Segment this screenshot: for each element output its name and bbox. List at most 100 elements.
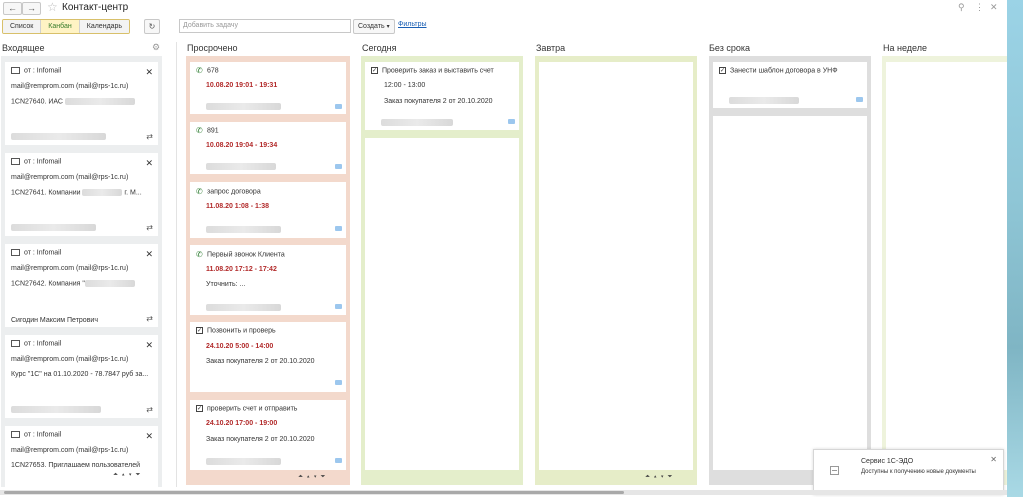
close-icon[interactable]: ✕ bbox=[990, 2, 998, 13]
overdue-pager[interactable]: ⏶▴▾⏷ bbox=[298, 474, 329, 481]
refresh-button[interactable]: ↻ bbox=[144, 19, 160, 34]
forward-button[interactable]: → bbox=[22, 2, 41, 15]
phone-icon: ✆ bbox=[196, 250, 203, 259]
comment-chip[interactable] bbox=[856, 97, 863, 102]
more-menu-icon[interactable]: ⋮ bbox=[975, 2, 984, 13]
close-icon[interactable]: ✕ bbox=[145, 249, 153, 260]
refresh-icon: ↻ bbox=[148, 22, 156, 31]
task-time: 12:00 - 13:00 bbox=[384, 82, 426, 89]
inbox-pager[interactable]: ⏶▴▾⏷ bbox=[113, 472, 144, 479]
no-deadline-column: ✓ Занести шаблон договора в УНФ bbox=[709, 56, 871, 485]
inbox-column: от : Infomail ✕ mail@remprom.com (mail@r… bbox=[1, 56, 162, 487]
column-header-inbox: Входящее bbox=[2, 43, 45, 53]
horizontal-scrollbar[interactable] bbox=[0, 490, 1009, 495]
envelope-icon bbox=[11, 431, 20, 438]
link-icon[interactable]: ⚲ bbox=[958, 2, 965, 13]
comment-chip[interactable] bbox=[335, 164, 342, 169]
task-card[interactable]: ✆ 891 10.08.20 19:04 - 19:34 bbox=[190, 122, 346, 174]
add-task-input[interactable]: Добавить задачу bbox=[179, 19, 351, 33]
task-title: Занести шаблон договора в УНФ bbox=[730, 67, 838, 75]
comment-chip[interactable] bbox=[508, 119, 515, 124]
today-column: ✓ Проверить заказ и выставить счет 12:00 … bbox=[361, 56, 523, 485]
favorite-star-icon[interactable]: ☆ bbox=[47, 0, 58, 14]
swap-icon[interactable]: ⇄ bbox=[146, 132, 153, 141]
task-card[interactable]: ✓ Проверить заказ и выставить счет 12:00 … bbox=[365, 62, 519, 130]
inbox-message[interactable]: от : Infomail ✕ mail@remprom.com (mail@r… bbox=[5, 153, 158, 236]
title-bar: ← → ☆ Контакт-центр ⚲ ⋮ ✕ bbox=[0, 0, 1023, 16]
comment-chip[interactable] bbox=[335, 304, 342, 309]
task-card[interactable]: ✓ проверить счет и отправить 24.10.20 17:… bbox=[190, 400, 346, 470]
tab-kanban[interactable]: Канбан bbox=[41, 20, 80, 33]
task-title: 891 bbox=[207, 127, 219, 135]
task-date: 10.08.20 19:04 - 19:34 bbox=[206, 142, 278, 149]
tab-list[interactable]: Список bbox=[3, 20, 42, 33]
task-note: Заказ покупателя 2 от 20.10.2020 bbox=[206, 358, 315, 365]
close-icon[interactable]: ✕ bbox=[145, 340, 153, 351]
envelope-icon bbox=[11, 249, 20, 256]
message-footer: Сигодин Максим Петрович bbox=[11, 317, 98, 324]
swap-icon[interactable]: ⇄ bbox=[146, 405, 153, 414]
comment-chip[interactable] bbox=[335, 380, 342, 385]
message-from: от : Infomail bbox=[24, 431, 62, 439]
blurred-text bbox=[84, 280, 135, 287]
notification-text: Доступны к получению новые документы bbox=[861, 469, 976, 475]
close-icon[interactable]: ✕ bbox=[145, 67, 153, 78]
task-card[interactable]: ✆ Первый звонок Клиента 11.08.20 17:12 - … bbox=[190, 245, 346, 315]
notification-popup[interactable]: Сервис 1С-ЭДО Доступны к получению новые… bbox=[813, 449, 1004, 495]
task-title: Проверить заказ и выставить счет bbox=[382, 67, 494, 75]
empty-drop-zone bbox=[539, 62, 693, 470]
column-header-today: Сегодня bbox=[362, 43, 397, 53]
close-icon[interactable]: ✕ bbox=[145, 158, 153, 169]
comment-chip[interactable] bbox=[335, 226, 342, 231]
chevron-down-icon: ▾ bbox=[386, 24, 390, 30]
phone-icon: ✆ bbox=[196, 187, 203, 196]
message-subject: Курс "1С" на 01.10.2020 - 78.7847 руб за… bbox=[11, 371, 149, 378]
divider bbox=[176, 42, 177, 487]
checkbox-task-icon: ✓ bbox=[196, 405, 203, 412]
inbox-message[interactable]: от : Infomail ✕ mail@remprom.com (mail@r… bbox=[5, 62, 158, 145]
notification-title: Сервис 1С-ЭДО bbox=[861, 458, 914, 465]
gear-icon[interactable]: ⚙ bbox=[152, 42, 160, 53]
comment-chip[interactable] bbox=[335, 458, 342, 463]
column-header-this-week: На неделе bbox=[883, 43, 927, 53]
back-button[interactable]: ← bbox=[3, 2, 22, 15]
task-title: Позвонить и проверь bbox=[207, 327, 276, 335]
blurred-text bbox=[11, 224, 96, 231]
desktop-background-strip bbox=[1007, 0, 1023, 497]
swap-icon[interactable]: ⇄ bbox=[146, 223, 153, 232]
task-date: 24.10.20 5:00 - 14:00 bbox=[206, 343, 274, 350]
message-email: mail@remprom.com (mail@rps-1c.ru) bbox=[11, 447, 129, 454]
task-title: Первый звонок Клиента bbox=[207, 251, 285, 259]
task-card[interactable]: ✓ Позвонить и проверь 24.10.20 5:00 - 14:… bbox=[190, 322, 346, 392]
inbox-message[interactable]: от : Infomail ✕ mail@remprom.com (mail@r… bbox=[5, 335, 158, 418]
blurred-text bbox=[11, 133, 106, 140]
empty-drop-zone bbox=[365, 138, 519, 470]
this-week-column bbox=[882, 56, 1008, 485]
message-email: mail@remprom.com (mail@rps-1c.ru) bbox=[11, 174, 129, 181]
filters-link[interactable]: Фильтры bbox=[398, 21, 427, 28]
scrollbar-thumb[interactable] bbox=[4, 491, 624, 494]
task-date: 11.08.20 17:12 - 17:42 bbox=[206, 266, 277, 273]
inbox-message[interactable]: от : Infomail ✕ mail@remprom.com (mail@r… bbox=[5, 244, 158, 327]
task-card[interactable]: ✆ запрос договора 11.08.20 1:08 - 1:38 bbox=[190, 182, 346, 238]
create-label: Создать bbox=[358, 23, 385, 30]
message-from: от : Infomail bbox=[24, 249, 62, 257]
empty-drop-zone bbox=[886, 62, 1008, 470]
task-card[interactable]: ✓ Занести шаблон договора в УНФ bbox=[713, 62, 867, 108]
message-subject: 1CN27641. Компании bbox=[11, 189, 81, 197]
blurred-text bbox=[64, 98, 135, 105]
message-subject: 1CN27640. ИАС bbox=[11, 98, 63, 106]
tomorrow-pager[interactable]: ⏶▴▾⏷ bbox=[645, 474, 676, 481]
blurred-text bbox=[206, 163, 276, 170]
close-icon[interactable]: ✕ bbox=[145, 431, 153, 442]
create-button[interactable]: Создать ▾ bbox=[353, 19, 395, 34]
comment-chip[interactable] bbox=[335, 104, 342, 109]
toolbar: Список Канбан Календарь ↻ Добавить задач… bbox=[0, 18, 1023, 36]
task-date: 10.08.20 19:01 - 19:31 bbox=[206, 82, 278, 89]
swap-icon[interactable]: ⇄ bbox=[146, 314, 153, 323]
blurred-text bbox=[381, 119, 453, 126]
task-card[interactable]: ✆ 678 10.08.20 19:01 - 19:31 bbox=[190, 62, 346, 114]
close-icon[interactable]: ✕ bbox=[990, 455, 997, 464]
page-title: Контакт-центр bbox=[62, 2, 129, 13]
tab-calendar[interactable]: Календарь bbox=[79, 20, 130, 33]
